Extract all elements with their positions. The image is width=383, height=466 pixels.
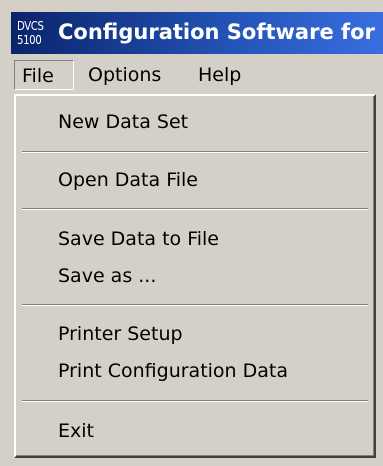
menu-separator [22, 400, 368, 402]
menu-item-printer-setup[interactable]: Printer Setup [58, 322, 183, 346]
window-background-strip [0, 458, 383, 466]
application-window: DVCS 5100 Configuration Software for Fil… [0, 0, 383, 466]
title-bar[interactable]: DVCS 5100 Configuration Software for [11, 12, 383, 54]
menu-separator [22, 304, 368, 306]
menu-file[interactable]: File [14, 60, 74, 90]
menu-item-open-data-file[interactable]: Open Data File [58, 168, 198, 192]
menu-item-save-as[interactable]: Save as ... [58, 264, 156, 288]
file-menu-dropdown: New Data Set Open Data File Save Data to… [14, 94, 376, 458]
menu-item-print-configuration-data[interactable]: Print Configuration Data [58, 359, 288, 383]
menu-item-exit[interactable]: Exit [58, 419, 94, 443]
menu-separator [22, 208, 368, 210]
menu-bar: File Options Help [11, 56, 383, 94]
app-logo-line1: DVCS [17, 19, 44, 33]
menu-help[interactable]: Help [191, 60, 248, 90]
app-logo-line2: 5100 [17, 33, 42, 47]
menu-item-new-data-set[interactable]: New Data Set [58, 110, 188, 134]
menu-separator [22, 151, 368, 153]
app-logo-icon: DVCS 5100 [17, 18, 57, 50]
window-title: Configuration Software for [58, 20, 375, 44]
menu-item-save-data-to-file[interactable]: Save Data to File [58, 227, 219, 251]
menu-options[interactable]: Options [81, 60, 168, 90]
